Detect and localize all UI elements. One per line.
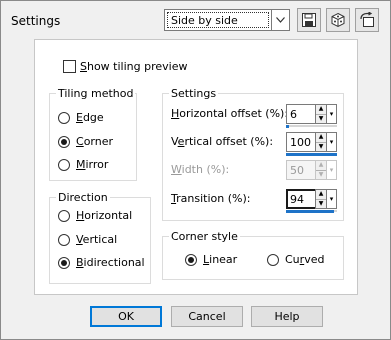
slider-dropdown-icon: ▾	[327, 160, 337, 180]
show-preview-checkbox-row[interactable]: Show tiling preview	[63, 60, 187, 73]
radio-button[interactable]	[58, 233, 70, 246]
help-button[interactable]: Help	[251, 306, 323, 327]
tiling-method-group: Tiling method Edge Corner Mirror	[49, 87, 137, 181]
radio-label: Bidirectional	[76, 256, 145, 269]
preset-value: Side by side	[167, 12, 269, 28]
cancel-button[interactable]: Cancel	[171, 306, 243, 327]
radio-button[interactable]	[58, 158, 70, 171]
spin-buttons[interactable]: ▲ ▼	[315, 189, 327, 209]
slider-dropdown-icon[interactable]: ▾	[327, 189, 337, 209]
horizontal-offset-input[interactable]: 6	[286, 104, 315, 124]
radio-button[interactable]	[58, 111, 70, 124]
save-icon	[302, 13, 316, 27]
corner-style-label: Corner style	[169, 230, 240, 243]
radio-label: Horizontal	[76, 209, 133, 222]
arrow-up-icon[interactable]: ▲	[316, 105, 326, 115]
preset-dropdown[interactable]: Side by side	[164, 9, 290, 31]
tiling-radio-corner[interactable]: Corner	[58, 135, 113, 148]
arrow-down-icon[interactable]: ▼	[316, 143, 326, 152]
settings-dialog: Settings Side by side Show tiling previe…	[0, 0, 391, 340]
reset-icon	[360, 12, 374, 27]
radio-button[interactable]	[267, 253, 279, 266]
spin-buttons[interactable]: ▲ ▼	[315, 132, 327, 152]
options-panel: Show tiling preview Tiling method Edge C…	[34, 39, 358, 295]
tiling-method-label: Tiling method	[56, 87, 136, 100]
settings-label: Settings	[169, 87, 219, 100]
spin-buttons[interactable]: ▲ ▼	[315, 104, 327, 124]
arrow-down-icon[interactable]: ▼	[316, 115, 326, 124]
horizontal-offset-track	[286, 125, 337, 127]
vertical-offset-level	[286, 153, 337, 156]
slider-dropdown-icon[interactable]: ▾	[327, 104, 337, 124]
transition-label: Transition (%):	[171, 192, 251, 205]
transition-input[interactable]: 94	[286, 189, 315, 209]
radio-label: Vertical	[76, 233, 118, 246]
dialog-title: Settings	[11, 14, 61, 28]
arrow-up-icon[interactable]: ▲	[316, 133, 326, 143]
vertical-offset-input[interactable]: 100	[286, 132, 315, 152]
ok-button[interactable]: OK	[90, 306, 162, 327]
horizontal-offset-label: Horizontal offset (%):	[171, 107, 289, 120]
slider-dropdown-icon[interactable]: ▾	[327, 132, 337, 152]
radio-label: Edge	[76, 111, 104, 124]
tiling-radio-mirror[interactable]: Mirror	[58, 158, 108, 171]
cube-icon	[331, 12, 345, 28]
direction-radio-vertical[interactable]: Vertical	[58, 233, 117, 246]
save-preset-button[interactable]	[297, 8, 321, 32]
radio-label: Curved	[285, 253, 325, 266]
width-input: 50	[286, 160, 315, 180]
radio-button[interactable]	[58, 209, 70, 222]
corner-radio-linear[interactable]: Linear	[185, 253, 237, 266]
show-preview-checkbox[interactable]	[63, 60, 76, 73]
radio-label: Linear	[203, 253, 238, 266]
direction-radio-bidirectional[interactable]: Bidirectional	[58, 256, 145, 269]
corner-style-group: Corner style Linear Curved	[162, 230, 344, 280]
width-label: Width (%):	[171, 163, 230, 176]
radio-button[interactable]	[185, 253, 197, 266]
transition-level	[286, 210, 334, 213]
vertical-offset-spinner[interactable]: 100 ▲ ▼ ▾	[286, 132, 337, 152]
vertical-offset-label: Vertical offset (%):	[171, 135, 274, 148]
settings-group: Settings Horizontal offset (%): 6 ▲ ▼ ▾ …	[162, 87, 344, 221]
arrow-up-icon[interactable]: ▲	[316, 190, 326, 200]
width-spinner: 50 ▲ ▼ ▾	[286, 160, 337, 180]
direction-label: Direction	[56, 191, 110, 204]
horizontal-offset-level	[286, 125, 289, 128]
arrow-down-icon[interactable]: ▼	[316, 200, 326, 209]
direction-group: Direction Horizontal Vertical Bidirectio…	[49, 191, 151, 284]
radio-button[interactable]	[58, 256, 70, 269]
chevron-down-icon[interactable]	[271, 10, 289, 30]
horizontal-offset-spinner[interactable]: 6 ▲ ▼ ▾	[286, 104, 337, 124]
radio-label: Mirror	[76, 158, 109, 171]
radio-button[interactable]	[58, 135, 70, 148]
tiling-radio-edge[interactable]: Edge	[58, 111, 104, 124]
radio-label: Corner	[76, 135, 114, 148]
reset-preset-button[interactable]	[355, 8, 379, 32]
spin-buttons: ▲ ▼	[315, 160, 327, 180]
show-preview-label: Show tiling preview	[80, 60, 188, 73]
arrow-down-icon: ▼	[318, 170, 324, 178]
preset-gallery-button[interactable]	[326, 8, 350, 32]
direction-radio-horizontal[interactable]: Horizontal	[58, 209, 132, 222]
arrow-up-icon: ▲	[316, 161, 326, 171]
transition-spinner[interactable]: 94 ▲ ▼ ▾	[286, 189, 337, 209]
corner-radio-curved[interactable]: Curved	[267, 253, 324, 266]
